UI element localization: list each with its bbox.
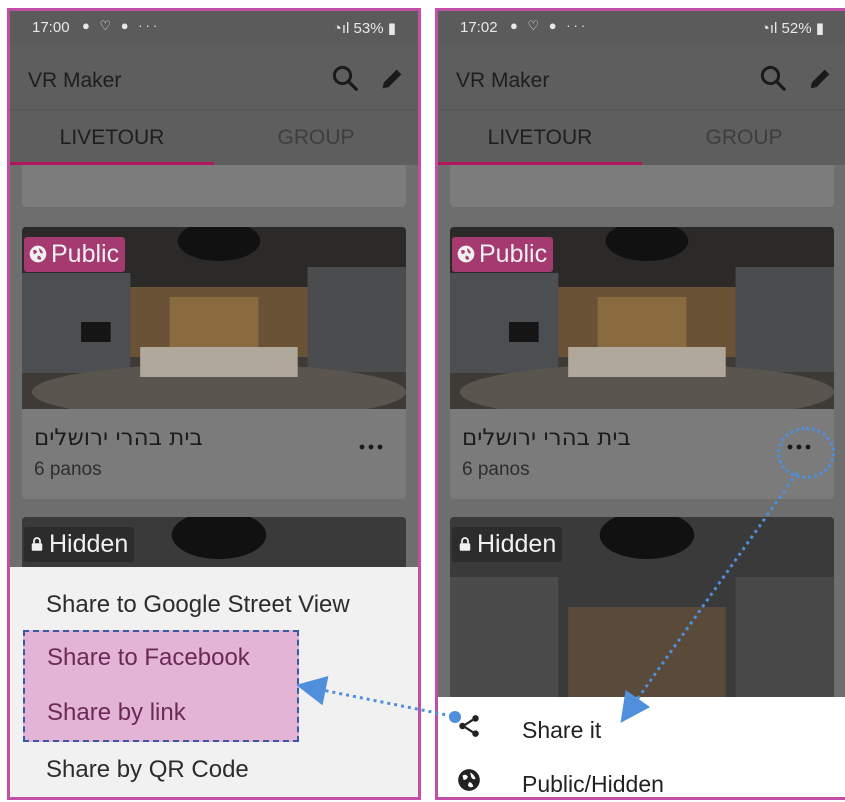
app-bar: VR Maker xyxy=(10,43,418,109)
edit-pencil-icon[interactable] xyxy=(378,65,406,93)
tour-title: בית בהרי ירושלים xyxy=(34,425,203,451)
share-by-link-item[interactable]: Share by link xyxy=(47,699,186,727)
tour-title: בית בהרי ירושלים xyxy=(462,425,631,451)
comparison-stage: 17:00 ● ♡ ● ··· ◔ıl 53% ▮ VR Maker LIVET… xyxy=(0,0,845,802)
tab-livetour[interactable]: LIVETOUR xyxy=(438,126,642,150)
status-time: 17:00 xyxy=(32,19,70,36)
lock-icon xyxy=(459,537,471,551)
tab-group[interactable]: GROUP xyxy=(642,126,845,150)
battery-level: 52% xyxy=(781,20,812,37)
visibility-badge: Public xyxy=(24,237,126,272)
visibility-badge: Hidden xyxy=(452,527,563,562)
status-time: 17:02 xyxy=(460,19,498,36)
wifi-signal-icon: ◔ıl xyxy=(332,20,354,37)
battery-icon: ▮ xyxy=(387,20,396,37)
notification-icons: ● ♡ ● ··· xyxy=(510,18,589,33)
badge-label: Hidden xyxy=(477,530,557,558)
tour-card[interactable]: Public בית בהרי ירושלים 6 panos xyxy=(22,227,406,499)
app-bar: VR Maker xyxy=(438,43,845,109)
tab-group[interactable]: GROUP xyxy=(214,126,418,150)
share-it-item[interactable]: Share it xyxy=(522,717,601,744)
public-hidden-item[interactable]: Public/Hidden xyxy=(522,771,664,797)
visibility-badge: Public xyxy=(452,237,554,272)
tab-bar: LIVETOUR GROUP xyxy=(438,109,845,165)
app-title: VR Maker xyxy=(28,69,122,92)
previous-card-edge xyxy=(22,165,406,207)
badge-label: Public xyxy=(51,240,120,268)
badge-label: Public xyxy=(479,240,548,268)
globe-icon[interactable] xyxy=(456,767,482,793)
globe-icon xyxy=(29,245,47,263)
share-facebook-item[interactable]: Share to Facebook xyxy=(47,644,250,672)
share-qr-code-item[interactable]: Share by QR Code xyxy=(46,756,249,784)
edit-pencil-icon[interactable] xyxy=(806,65,834,93)
wifi-signal-icon: ◔ıl xyxy=(760,20,782,37)
battery-icon: ▮ xyxy=(815,20,824,37)
search-icon[interactable] xyxy=(330,63,360,93)
tour-card[interactable]: Public בית בהרי ירושלים 6 panos xyxy=(450,227,834,499)
search-icon[interactable] xyxy=(758,63,788,93)
battery-level: 53% xyxy=(353,20,384,37)
pano-count: 6 panos xyxy=(34,459,102,480)
status-bar: 17:02 ● ♡ ● ··· ◔ıl 52% ▮ xyxy=(438,11,845,43)
highlighted-share-options: Share to Facebook Share by link xyxy=(23,630,299,742)
annotation-ring xyxy=(777,427,835,479)
tab-bar: LIVETOUR GROUP xyxy=(10,109,418,165)
previous-card-edge xyxy=(450,165,834,207)
visibility-badge: Hidden xyxy=(24,527,135,562)
tab-livetour[interactable]: LIVETOUR xyxy=(10,126,214,150)
globe-icon xyxy=(457,245,475,263)
right-phone-screen: 17:02 ● ♡ ● ··· ◔ıl 52% ▮ VR Maker LIVET… xyxy=(435,8,845,800)
lock-icon xyxy=(31,537,43,551)
pano-count: 6 panos xyxy=(462,459,530,480)
notification-icons: ● ♡ ● ··· xyxy=(82,18,161,33)
app-title: VR Maker xyxy=(456,69,550,92)
card-options-sheet: Share it Public/Hidden xyxy=(438,697,845,797)
share-google-street-view-item[interactable]: Share to Google Street View xyxy=(46,591,350,619)
badge-label: Hidden xyxy=(49,530,129,558)
status-bar: 17:00 ● ♡ ● ··· ◔ıl 53% ▮ xyxy=(10,11,418,43)
more-options-icon[interactable] xyxy=(356,437,386,457)
share-icon[interactable] xyxy=(456,713,482,739)
